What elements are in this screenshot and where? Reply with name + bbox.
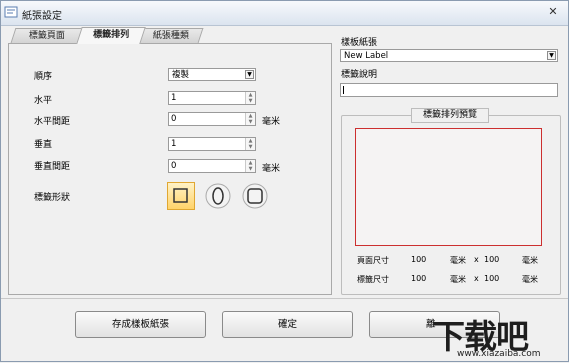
description-input[interactable] bbox=[340, 83, 558, 97]
v-gap-spinbox[interactable]: 0 ▲ ▼ bbox=[168, 159, 256, 173]
page-size-label: 頁面尺寸 bbox=[357, 256, 389, 265]
app-icon bbox=[4, 6, 18, 18]
save-template-button[interactable]: 存成樣板紙張 bbox=[75, 311, 206, 338]
chevron-down-icon[interactable]: ▼ bbox=[245, 70, 254, 79]
label-unit-2: 毫米 bbox=[522, 275, 538, 284]
close-button[interactable]: ✕ bbox=[545, 5, 561, 19]
spin-down-icon[interactable]: ▼ bbox=[246, 166, 255, 172]
vertical-label: 垂直 bbox=[34, 140, 53, 150]
label-preview bbox=[355, 128, 542, 246]
rounded-square-shape-icon bbox=[242, 183, 268, 209]
title-bar: 紙張設定 ✕ bbox=[1, 1, 568, 26]
template-select[interactable]: New Label ▼ bbox=[340, 49, 558, 62]
tab-label-page[interactable]: 標籤頁面 bbox=[10, 28, 84, 43]
label-size-label: 標籤尺寸 bbox=[357, 275, 389, 284]
v-gap-unit: 毫米 bbox=[262, 164, 281, 174]
tab-label-arrange-text: 標籤排列 bbox=[93, 30, 130, 40]
watermark-url: www.xiazaiba.com bbox=[457, 349, 541, 359]
horizontal-spinbox[interactable]: 1 ▲ ▼ bbox=[168, 91, 256, 105]
page-unit-1: 毫米 bbox=[450, 256, 466, 265]
horizontal-label: 水平 bbox=[34, 96, 53, 106]
vertical-spinbox[interactable]: 1 ▲ ▼ bbox=[168, 137, 256, 151]
template-select-value: New Label bbox=[344, 51, 389, 61]
spin-down-icon[interactable]: ▼ bbox=[246, 119, 255, 125]
site-watermark-logo: 下载吧 www.xiazaiba.com bbox=[428, 310, 569, 363]
template-label: 樣板紙張 bbox=[341, 38, 378, 48]
bottom-divider bbox=[1, 298, 568, 299]
label-width: 100 bbox=[411, 274, 427, 283]
window-title: 紙張設定 bbox=[22, 11, 62, 22]
shape-rounded-button[interactable] bbox=[241, 182, 269, 210]
h-gap-spinbox[interactable]: 0 ▲ ▼ bbox=[168, 112, 256, 126]
shape-label: 標籤形狀 bbox=[34, 193, 71, 203]
spin-down-icon[interactable]: ▼ bbox=[246, 144, 255, 150]
page-unit-2: 毫米 bbox=[522, 256, 538, 265]
label-times: x bbox=[474, 274, 479, 283]
order-label: 順序 bbox=[34, 72, 53, 82]
h-gap-value: 0 bbox=[171, 114, 177, 124]
shape-square-button[interactable] bbox=[167, 182, 195, 210]
tab-paper-type[interactable]: 紙張種類 bbox=[138, 28, 204, 43]
spin-down-icon[interactable]: ▼ bbox=[246, 98, 255, 104]
v-gap-label: 垂直間距 bbox=[34, 162, 71, 172]
tab-label-arrange[interactable]: 標籤排列 bbox=[76, 27, 146, 44]
h-gap-label: 水平間距 bbox=[34, 117, 71, 127]
tab-label-page-text: 標籤頁面 bbox=[28, 31, 65, 41]
h-gap-unit: 毫米 bbox=[262, 117, 281, 127]
text-caret bbox=[343, 86, 344, 94]
v-gap-value: 0 bbox=[171, 161, 177, 171]
label-unit-1: 毫米 bbox=[450, 275, 466, 284]
dialog-window: 紙張設定 ✕ 標籤頁面 標籤排列 紙張種類 順序 複製 ▼ 水平 1 ▲ ▼ 水平… bbox=[0, 0, 569, 362]
page-height: 100 bbox=[484, 255, 500, 264]
vertical-value: 1 bbox=[171, 139, 177, 149]
ellipse-shape-icon bbox=[205, 183, 231, 209]
label-height: 100 bbox=[484, 274, 500, 283]
chevron-down-icon[interactable]: ▼ bbox=[547, 51, 556, 60]
order-select[interactable]: 複製 ▼ bbox=[168, 68, 256, 81]
page-times: x bbox=[474, 255, 479, 264]
order-select-value: 複製 bbox=[172, 70, 190, 80]
page-width: 100 bbox=[411, 255, 427, 264]
ok-button[interactable]: 確定 bbox=[222, 311, 353, 338]
square-shape-icon bbox=[173, 188, 188, 203]
preview-title: 標籤排列預覽 bbox=[411, 108, 489, 123]
horizontal-value: 1 bbox=[171, 93, 177, 103]
description-label: 標籤說明 bbox=[341, 70, 378, 80]
shape-ellipse-button[interactable] bbox=[204, 182, 232, 210]
tab-paper-type-text: 紙張種類 bbox=[152, 31, 189, 41]
